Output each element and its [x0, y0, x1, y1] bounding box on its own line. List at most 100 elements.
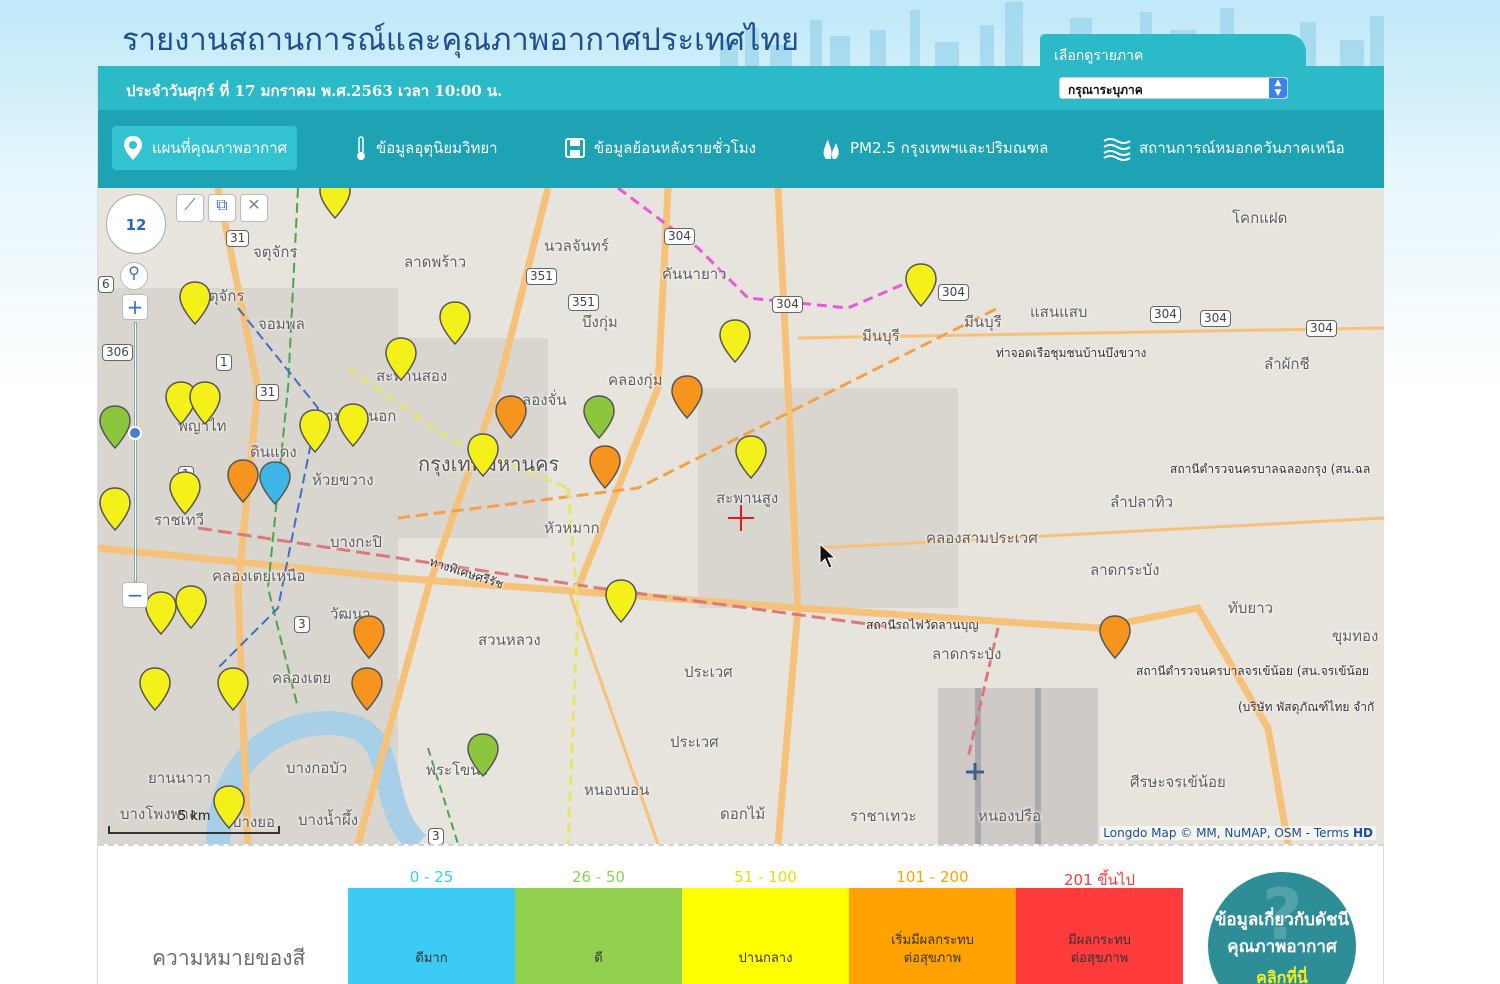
legend-meaning-label: เริ่มมีผลกระทบ ต่อสุขภาพ	[891, 933, 974, 966]
map-pin-icon	[719, 319, 751, 364]
terms-link[interactable]: - Terms	[1306, 826, 1349, 840]
nav-meteorology[interactable]: ข้อมูลอุตุนิยมวิทยา	[344, 126, 508, 170]
station-marker-moderate[interactable]	[384, 336, 418, 382]
station-marker-unhealthy_sensitive[interactable]	[588, 444, 622, 490]
map-place-label: จอมพล	[258, 315, 305, 333]
map-place-label: หนองบอน	[584, 781, 650, 799]
map-scale-label: 5 km	[178, 809, 211, 824]
map-place-label: ทับยาว	[1228, 599, 1274, 617]
draw-line-button[interactable]: ⟋	[176, 194, 204, 222]
station-marker-moderate[interactable]	[718, 318, 752, 364]
map-pin-icon	[351, 667, 383, 712]
road-shield: 3	[294, 616, 310, 633]
map-place-label: โคกแฝด	[1232, 209, 1288, 227]
map-pin-icon	[735, 435, 767, 480]
road-shield: 351	[568, 294, 599, 311]
zoom-slider-track[interactable]	[134, 322, 137, 582]
map-place-label: คลองเตย	[272, 669, 332, 687]
map-scale-bar	[108, 826, 280, 834]
station-marker-moderate[interactable]	[138, 666, 172, 712]
map-pin-icon	[1099, 615, 1131, 660]
road-shield: 3	[428, 828, 444, 844]
draw-line-icon: ⟋	[184, 195, 196, 214]
map-place-label: หัวหมาก	[544, 519, 600, 537]
legend-meaning-label: ดีมาก	[415, 951, 448, 966]
station-marker-good[interactable]	[466, 732, 500, 778]
plus-icon: +	[126, 295, 144, 319]
station-marker-moderate[interactable]	[188, 380, 222, 426]
map-pin-icon	[299, 409, 331, 454]
map-place-label: ประเวศ	[684, 663, 733, 681]
map-pin-icon	[139, 667, 171, 712]
zoom-level-value: 12	[125, 216, 147, 234]
map-place-label: สะพานสูง	[716, 489, 779, 507]
station-marker-moderate[interactable]	[216, 666, 250, 712]
map-place-label: สวนหลวง	[478, 631, 541, 649]
station-marker-good[interactable]	[98, 404, 132, 450]
map-place-label: ลาดกระบัง	[932, 645, 1002, 663]
station-marker-moderate[interactable]	[734, 434, 768, 480]
map-place-label: คลองกุ่ม	[608, 371, 663, 389]
station-marker-unhealthy_sensitive[interactable]	[1098, 614, 1132, 660]
station-marker-unhealthy_sensitive[interactable]	[352, 614, 386, 660]
map-place-label: (บริษัท พัสดุภัณฑ์ไทย จำกั	[1238, 700, 1375, 714]
zoom-level-control[interactable]: 12	[106, 194, 166, 254]
road-shield: 31	[256, 384, 280, 401]
station-marker-moderate[interactable]	[168, 470, 202, 516]
map-place-label: จตุจักร	[253, 243, 298, 261]
map-place-label: ศีรษะจรเข้น้อย	[1130, 773, 1226, 791]
air-quality-map[interactable]: กรุงเทพมหานคร จตุจักร จตุจักร ลาดพร้าว น…	[98, 188, 1384, 844]
minus-icon: −	[126, 583, 144, 607]
map-pin-icon	[124, 136, 142, 160]
person-icon: ⚲	[128, 263, 140, 282]
station-marker-moderate[interactable]	[298, 408, 332, 454]
map-pin-icon	[671, 375, 703, 420]
longdo-map-link[interactable]: Longdo Map	[1103, 826, 1176, 840]
map-place-label: มีนบุรี	[862, 327, 900, 345]
draw-area-button[interactable]: ⧉	[208, 194, 236, 222]
nav-pm25-bangkok[interactable]: PM2.5 กรุงเทพฯและปริมณฑล	[810, 126, 1058, 170]
station-marker-unhealthy_sensitive[interactable]	[494, 394, 528, 440]
station-marker-moderate[interactable]	[144, 590, 178, 636]
zoom-in-button[interactable]: +	[122, 294, 148, 320]
station-marker-unhealthy_sensitive[interactable]	[670, 374, 704, 420]
nav-air-quality-map[interactable]: แผนที่คุณภาพอากาศ	[112, 126, 298, 170]
road-shield: 304	[664, 228, 695, 245]
station-marker-unhealthy_sensitive[interactable]	[350, 666, 384, 712]
aqi-info-button[interactable]: ? ข้อมูลเกี่ยวกับดัชนีคุณภาพอากาศ คลิกที…	[1208, 872, 1356, 984]
map-pin-icon	[99, 405, 131, 450]
station-marker-good_very[interactable]	[258, 460, 292, 506]
station-marker-moderate[interactable]	[438, 300, 472, 346]
station-marker-moderate[interactable]	[318, 188, 352, 220]
station-marker-moderate[interactable]	[178, 280, 212, 326]
station-marker-moderate[interactable]	[336, 402, 370, 448]
station-marker-good[interactable]	[582, 394, 616, 440]
station-marker-moderate[interactable]	[604, 578, 638, 624]
street-view-button[interactable]: ⚲	[120, 262, 148, 290]
map-pin-icon	[319, 188, 351, 220]
map-pin-icon	[495, 395, 527, 440]
nav-north-haze[interactable]: สถานการณ์หมอกควันภาคเหนือ	[1093, 126, 1355, 170]
date-bar: ประจำวันศุกร์ ที่ 17 มกราคม พ.ศ.2563 เวล…	[98, 66, 1384, 110]
map-pin-icon	[589, 445, 621, 490]
hd-toggle[interactable]: HD	[1353, 826, 1373, 840]
map-pin-icon	[439, 301, 471, 346]
nav-hourly-history[interactable]: ข้อมูลย้อนหลังรายชั่วโมง	[554, 126, 766, 170]
close-icon: ✕	[247, 195, 261, 214]
station-marker-moderate[interactable]	[174, 584, 208, 630]
zoom-slider-handle[interactable]	[128, 426, 142, 440]
station-marker-moderate[interactable]	[904, 262, 938, 308]
select-arrows-icon: ▲ ▼	[1269, 78, 1287, 98]
clear-drawing-button[interactable]: ✕	[240, 194, 268, 222]
station-marker-unhealthy_sensitive[interactable]	[226, 458, 260, 504]
legend-color-block: ปานกลาง	[682, 888, 849, 984]
zoom-out-button[interactable]: −	[122, 582, 148, 608]
region-select[interactable]: กรุณาระบุภาค ▲ ▼	[1059, 77, 1288, 99]
station-marker-moderate[interactable]	[98, 486, 132, 532]
station-marker-moderate[interactable]	[212, 784, 246, 830]
aqi-info-label: ข้อมูลเกี่ยวกับดัชนีคุณภาพอากาศ	[1214, 910, 1350, 957]
map-place-label: นวลจันทร์	[544, 237, 609, 255]
legend-range-label: 51 - 100	[734, 868, 797, 886]
legend-meaning-label: ดี	[594, 951, 603, 966]
region-label: เลือกดูรายภาค	[1054, 48, 1144, 64]
